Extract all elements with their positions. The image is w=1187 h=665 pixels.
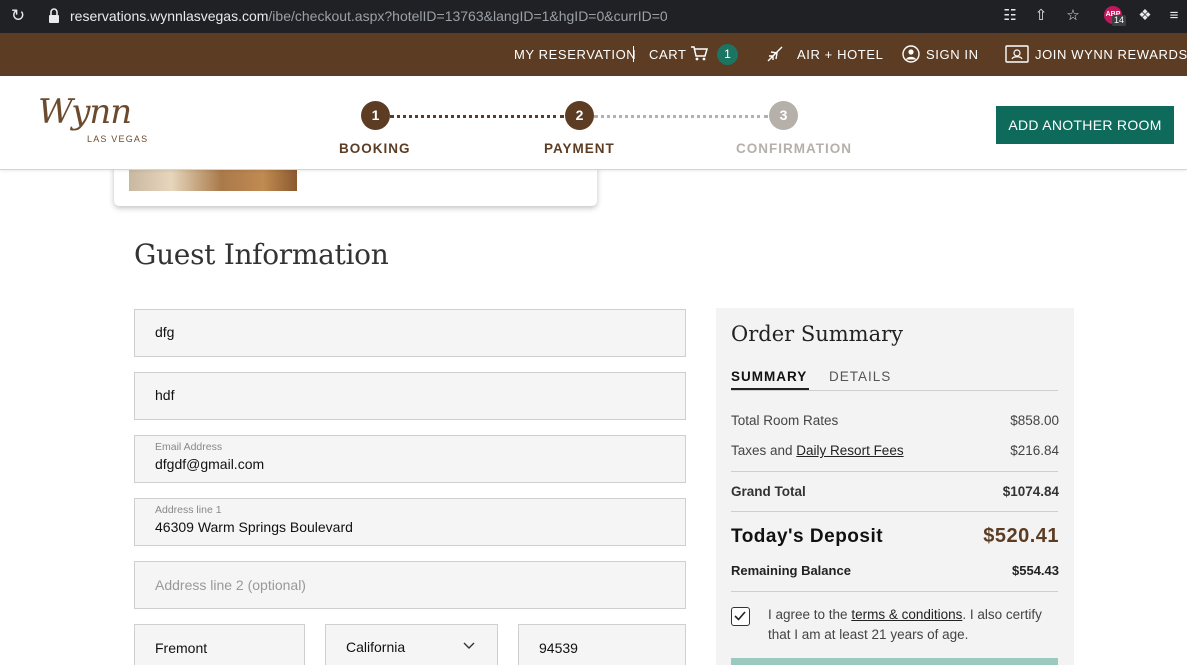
tab-details[interactable]: DETAILS (829, 369, 891, 384)
taxes-value: $216.84 (1010, 443, 1059, 458)
cart-link[interactable]: CART (649, 33, 687, 76)
cart-count-badge: 1 (717, 44, 738, 65)
join-rewards-link[interactable]: JOIN WYNN REWARDS (1035, 33, 1187, 76)
address-bar[interactable]: reservations.wynnlasvegas.com/ibe/checko… (70, 7, 668, 25)
cart-icon[interactable] (690, 45, 708, 61)
grand-total-label: Grand Total (731, 484, 806, 499)
extension-badge: 14 (1112, 15, 1127, 26)
url-path: /ibe/checkout.aspx?hotelID=13763&langID=… (268, 8, 668, 24)
room-card (114, 165, 597, 206)
reload-icon[interactable]: ↻ (8, 6, 28, 26)
address-line-2-field[interactable]: Address line 2 (optional) (134, 561, 686, 609)
checkout-header: Wynn LAS VEGAS 1 BOOKING 2 PAYMENT 3 CON… (0, 76, 1187, 170)
rewards-card-icon (1005, 45, 1029, 63)
tab-summary[interactable]: SUMMARY (731, 369, 807, 384)
terms-agreement-text: I agree to the terms & conditions. I als… (768, 605, 1053, 645)
wynn-logo[interactable]: Wynn (38, 92, 132, 132)
guest-information-heading: Guest Information (134, 238, 389, 271)
extensions-puzzle-icon[interactable]: ❖ (1135, 6, 1155, 26)
room-rates-value: $858.00 (1010, 413, 1059, 428)
step-1-label: BOOKING (339, 141, 411, 156)
summary-divider-3 (731, 591, 1058, 592)
chevron-down-icon (463, 642, 475, 649)
continue-button[interactable] (731, 658, 1058, 665)
order-summary-heading: Order Summary (731, 322, 903, 346)
address-line-1-field[interactable]: Address line 1 46309 Warm Springs Boulev… (134, 498, 686, 546)
taxes-text: Taxes and (731, 443, 797, 458)
sign-in-link[interactable]: SIGN IN (926, 33, 979, 76)
step-1-circle: 1 (361, 101, 390, 130)
grand-total-value: $1074.84 (1002, 484, 1059, 499)
city-value: Fremont (155, 640, 208, 656)
airplane-icon (767, 46, 783, 62)
state-value: California (346, 639, 406, 655)
checkmark-icon (734, 611, 746, 621)
zip-value: 94539 (539, 640, 578, 656)
step-2-label: PAYMENT (544, 141, 615, 156)
remaining-balance-value: $554.43 (1012, 563, 1059, 578)
url-host: reservations.wynnlasvegas.com (70, 8, 269, 24)
address-line-1-value: 46309 Warm Springs Boulevard (155, 519, 353, 535)
nav-separator (633, 46, 634, 62)
city-field[interactable]: Fremont (134, 624, 305, 665)
address-line-1-label: Address line 1 (155, 504, 222, 516)
summary-divider-1 (731, 471, 1058, 472)
my-reservation-link[interactable]: MY RESERVATION (514, 33, 636, 76)
lock-icon (49, 8, 59, 23)
reading-list-icon[interactable]: ≡ (1164, 6, 1184, 26)
terms-conditions-link[interactable]: terms & conditions (851, 607, 962, 622)
state-select[interactable]: California (325, 624, 498, 665)
step-3-label: CONFIRMATION (736, 141, 852, 156)
resort-fees-link[interactable]: Daily Resort Fees (796, 443, 903, 458)
step-connector-1 (390, 115, 564, 118)
first-name-value: dfg (155, 324, 175, 340)
email-field[interactable]: Email Address dfgdf@gmail.com (134, 435, 686, 483)
browser-toolbar: ↻ reservations.wynnlasvegas.com/ibe/chec… (0, 0, 1187, 33)
zip-field[interactable]: 94539 (518, 624, 686, 665)
last-name-value: hdf (155, 387, 175, 403)
order-summary-panel: Order Summary SUMMARY DETAILS Total Room… (716, 308, 1074, 665)
email-label: Email Address (155, 441, 223, 453)
email-value: dfgdf@gmail.com (155, 456, 265, 472)
step-3-circle: 3 (769, 101, 798, 130)
tabs-divider (731, 390, 1058, 391)
taxes-label: Taxes and Daily Resort Fees (731, 443, 904, 458)
translate-icon[interactable]: ☷ (1000, 6, 1020, 26)
step-2-circle: 2 (565, 101, 594, 130)
remaining-balance-label: Remaining Balance (731, 563, 851, 578)
summary-divider-2 (731, 511, 1058, 512)
add-another-room-button[interactable]: ADD ANOTHER ROOM (996, 106, 1174, 144)
room-rates-label: Total Room Rates (731, 413, 839, 428)
todays-deposit-label: Today's Deposit (731, 526, 884, 547)
logo-subtitle: LAS VEGAS (87, 134, 149, 144)
address-line-2-placeholder: Address line 2 (optional) (155, 577, 306, 593)
user-icon (902, 45, 920, 63)
share-icon[interactable]: ⇧ (1031, 6, 1051, 26)
bookmark-star-icon[interactable]: ☆ (1063, 6, 1083, 26)
step-connector-2 (594, 115, 768, 118)
todays-deposit-value: $520.41 (983, 525, 1059, 547)
top-navigation: MY RESERVATION CART 1 AIR + HOTEL SIGN I… (0, 33, 1187, 76)
air-hotel-link[interactable]: AIR + HOTEL (797, 33, 883, 76)
first-name-field[interactable]: dfg (134, 309, 686, 357)
agree-prefix: I agree to the (768, 607, 852, 622)
terms-checkbox[interactable] (731, 607, 750, 626)
active-tab-indicator (731, 388, 809, 390)
last-name-field[interactable]: hdf (134, 372, 686, 420)
